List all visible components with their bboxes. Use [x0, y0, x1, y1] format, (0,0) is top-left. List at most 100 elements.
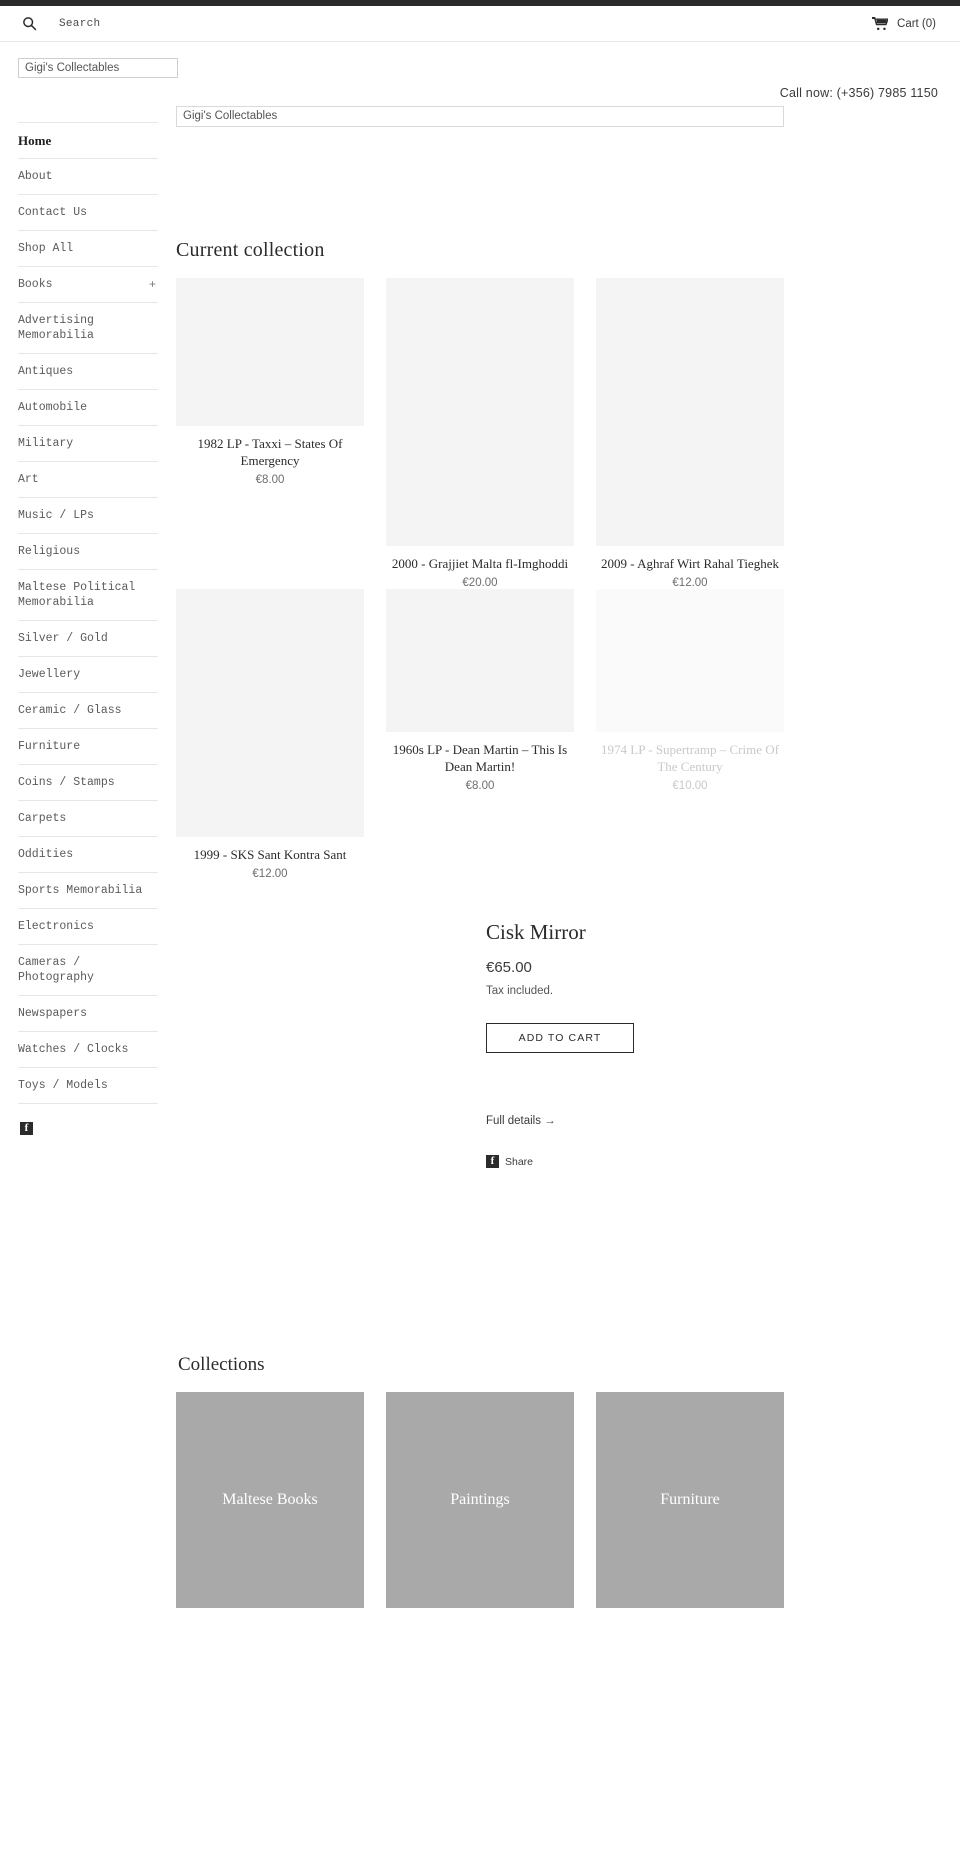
- facebook-icon[interactable]: f: [20, 1122, 33, 1135]
- collection-card[interactable]: Furniture: [596, 1392, 784, 1608]
- sidebar-item-carpets[interactable]: Carpets: [18, 801, 158, 837]
- product-price: €10.00: [672, 780, 708, 792]
- collection-name: Furniture: [660, 1491, 720, 1508]
- product-card[interactable]: 2009 - Aghraf Wirt Rahal Tieghek €12.00: [596, 278, 784, 589]
- product-price: €8.00: [255, 474, 285, 486]
- search-area: [22, 16, 319, 31]
- shopping-cart-icon: [872, 16, 889, 31]
- full-details-link[interactable]: Full details →: [486, 1115, 556, 1127]
- sidebar-item-label: Ceramic / Glass: [18, 704, 122, 717]
- sidebar-item-label: Maltese Political Memorabilia: [18, 581, 136, 609]
- current-collection-heading: Current collection: [176, 239, 325, 261]
- sidebar-item-label: Cameras / Photography: [18, 956, 94, 984]
- sidebar-item-list: Home About Contact Us Shop All Books + Adverti…: [18, 122, 158, 1104]
- main-content: Gigi's Collectables Current collection 1…: [176, 106, 960, 1608]
- sidebar-item-automobile[interactable]: Automobile: [18, 390, 158, 426]
- sidebar-item-sports-memorabilia[interactable]: Sports Memorabilia: [18, 873, 158, 909]
- product-price: €12.00: [252, 868, 288, 880]
- sidebar-item-cameras-photography[interactable]: Cameras / Photography: [18, 945, 158, 996]
- sidebar-item-silver-gold[interactable]: Silver / Gold: [18, 621, 158, 657]
- sidebar-item-toys-models[interactable]: Toys / Models: [18, 1068, 158, 1104]
- featured-product-info: Cisk Mirror €65.00 Tax included. Add to …: [476, 920, 786, 1168]
- sidebar-item-label: Religious: [18, 545, 81, 558]
- sidebar-item-contact-us[interactable]: Contact Us: [18, 195, 158, 231]
- brand-row: Gigi's Collectables Call now: (+356) 798…: [0, 42, 960, 100]
- sidebar-item-home[interactable]: Home: [18, 122, 158, 159]
- product-image[interactable]: [386, 589, 574, 732]
- featured-product: Cisk Mirror €65.00 Tax included. Add to …: [176, 920, 946, 1168]
- product-price: €8.00: [465, 780, 495, 792]
- expand-plus-icon[interactable]: +: [149, 277, 156, 292]
- sidebar-item-oddities[interactable]: Oddities: [18, 837, 158, 873]
- product-image[interactable]: [386, 278, 574, 546]
- featured-product-price: €65.00: [486, 959, 532, 976]
- sidebar-item-label: Contact Us: [18, 206, 88, 219]
- product-card[interactable]: 2000 - Grajjiet Malta fl-Imghoddi €20.00: [386, 278, 574, 589]
- sidebar-item-label: Furniture: [18, 740, 81, 753]
- sidebar-item-label: Military: [18, 437, 74, 450]
- sidebar-item-shop-all[interactable]: Shop All: [18, 231, 158, 267]
- sidebar-item-electronics[interactable]: Electronics: [18, 909, 158, 945]
- sidebar-item-watches-clocks[interactable]: Watches / Clocks: [18, 1032, 158, 1068]
- add-to-cart-button[interactable]: Add to cart: [486, 1023, 634, 1053]
- utility-bar: Cart (0): [0, 6, 960, 42]
- tax-note: Tax included.: [486, 985, 554, 997]
- sidebar-item-art[interactable]: Art: [18, 462, 158, 498]
- sidebar-item-label: Watches / Clocks: [18, 1043, 129, 1056]
- sidebar-item-label: About: [18, 170, 53, 183]
- sidebar-item-newspapers[interactable]: Newspapers: [18, 996, 158, 1032]
- page-root: Cart (0) Gigi's Collectables Call now: (…: [0, 0, 960, 1608]
- collection-card[interactable]: Paintings: [386, 1392, 574, 1608]
- sidebar-item-about[interactable]: About: [18, 159, 158, 195]
- sidebar-item-ceramic-glass[interactable]: Ceramic / Glass: [18, 693, 158, 729]
- sidebar-item-label: Electronics: [18, 920, 94, 933]
- product-title: 2000 - Grajjiet Malta fl-Imghoddi: [391, 556, 569, 571]
- sidebar-item-label: Advertising Memorabilia: [18, 314, 94, 342]
- collections-heading: Collections: [178, 1354, 265, 1375]
- sidebar-item-label: Home: [18, 133, 52, 148]
- product-image[interactable]: [596, 589, 784, 732]
- facebook-share-icon[interactable]: f: [486, 1155, 499, 1168]
- product-title: 1974 LP - Supertramp – Crime Of The Cent…: [601, 742, 779, 774]
- sidebar-item-coins-stamps[interactable]: Coins / Stamps: [18, 765, 158, 801]
- sidebar-item-label: Antiques: [18, 365, 74, 378]
- sidebar-item-advertising-memorabilia[interactable]: Advertising Memorabilia: [18, 303, 158, 354]
- share-label: Share: [505, 1155, 534, 1168]
- product-price: €20.00: [462, 577, 498, 589]
- hero-banner-alt-text: Gigi's Collectables: [176, 106, 784, 127]
- featured-product-image[interactable]: [176, 920, 476, 1168]
- page-layout: Home About Contact Us Shop All Books + Adverti…: [0, 100, 960, 1608]
- product-image[interactable]: [176, 589, 364, 837]
- sidebar-item-label: Automobile: [18, 401, 88, 414]
- search-input[interactable]: [59, 17, 319, 30]
- product-card[interactable]: 1974 LP - Supertramp – Crime Of The Cent…: [596, 589, 784, 880]
- product-title: 1999 - SKS Sant Kontra Sant: [193, 847, 347, 862]
- product-card[interactable]: 1982 LP - Taxxi – States Of Emergency €8.…: [176, 278, 364, 589]
- product-card[interactable]: 1999 - SKS Sant Kontra Sant €12.00: [176, 589, 364, 880]
- sidebar-item-music-lps[interactable]: Music / LPs: [18, 498, 158, 534]
- product-image[interactable]: [596, 278, 784, 546]
- sidebar-item-religious[interactable]: Religious: [18, 534, 158, 570]
- sidebar-item-furniture[interactable]: Furniture: [18, 729, 158, 765]
- product-title: 1960s LP - Dean Martin – This Is Dean Ma…: [392, 742, 568, 774]
- sidebar-item-books[interactable]: Books +: [18, 267, 158, 303]
- cart-link[interactable]: Cart (0): [872, 16, 936, 31]
- collection-name: Maltese Books: [222, 1491, 318, 1508]
- call-now-text: Call now: (+356) 7985 1150: [779, 86, 938, 100]
- sidebar-item-maltese-political-memorabilia[interactable]: Maltese Political Memorabilia: [18, 570, 158, 621]
- sidebar-item-military[interactable]: Military: [18, 426, 158, 462]
- product-grid: 1982 LP - Taxxi – States Of Emergency €8.…: [176, 278, 946, 880]
- site-logo-alt-text[interactable]: Gigi's Collectables: [18, 58, 178, 78]
- sidebar-item-label: Shop All: [18, 242, 74, 255]
- sidebar-item-label: Sports Memorabilia: [18, 884, 143, 897]
- product-card[interactable]: 1960s LP - Dean Martin – This Is Dean Ma…: [386, 589, 574, 880]
- share-row[interactable]: f Share: [486, 1155, 786, 1168]
- sidebar-item-antiques[interactable]: Antiques: [18, 354, 158, 390]
- sidebar-item-jewellery[interactable]: Jewellery: [18, 657, 158, 693]
- sidebar-item-label: Jewellery: [18, 668, 81, 681]
- sidebar-item-label: Silver / Gold: [18, 632, 108, 645]
- sidebar-nav: Home About Contact Us Shop All Books + Adverti…: [0, 122, 176, 1136]
- collection-card[interactable]: Maltese Books: [176, 1392, 364, 1608]
- search-icon[interactable]: [22, 16, 37, 31]
- product-image[interactable]: [176, 278, 364, 426]
